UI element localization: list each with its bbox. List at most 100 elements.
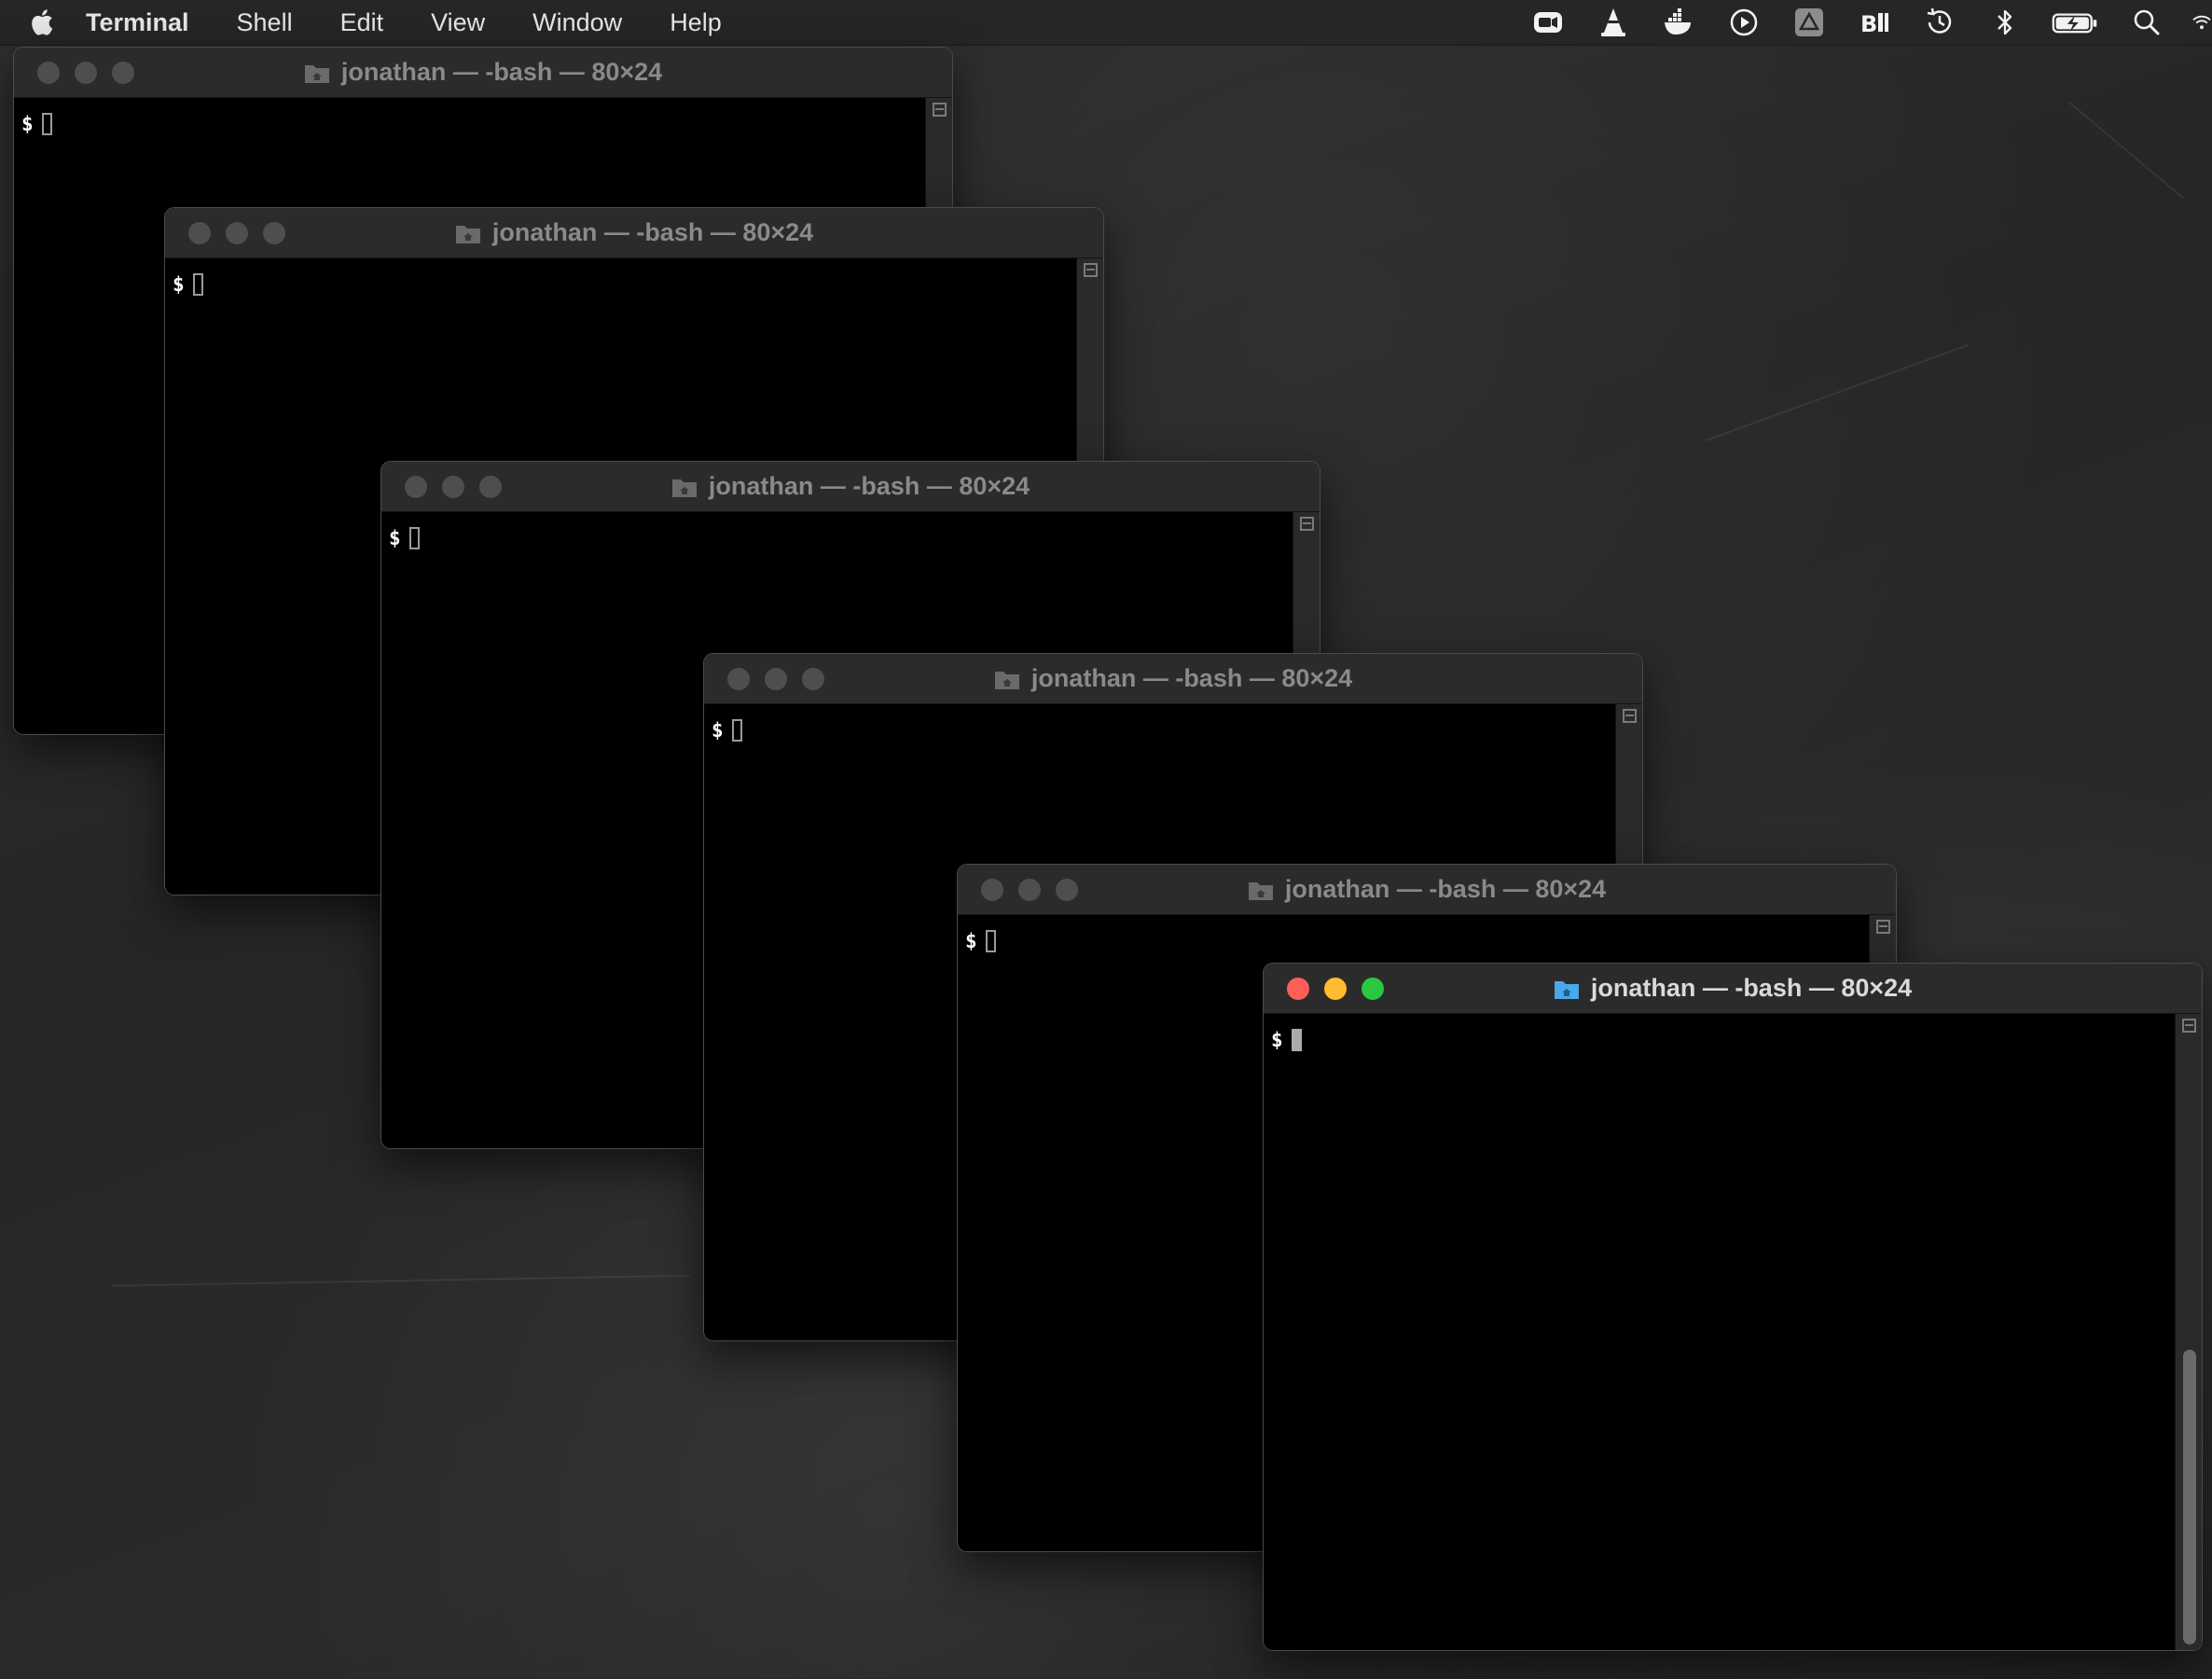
split-pane-button[interactable] (933, 103, 947, 117)
zoom-video-icon[interactable] (1528, 2, 1569, 43)
terminal-content[interactable]: $ (1264, 1014, 2202, 1650)
window-title: jonathan — -bash — 80×24 (994, 664, 1352, 693)
svg-text:B: B (1860, 11, 1877, 37)
split-pane-button[interactable] (1623, 709, 1637, 723)
status-menu-extras: B (1503, 0, 2212, 45)
shell-prompt: $ (1271, 1029, 1302, 1051)
apple-logo-icon[interactable] (24, 6, 58, 39)
home-folder-icon (304, 64, 329, 83)
bi-app-icon[interactable]: B (1854, 2, 1895, 43)
menu-shell[interactable]: Shell (237, 8, 293, 37)
window-titlebar[interactable]: jonathan — -bash — 80×24 (165, 208, 1103, 258)
background-scratch (112, 1274, 690, 1287)
home-folder-icon (1554, 980, 1579, 999)
split-pane-button[interactable] (1300, 517, 1314, 531)
menu-app-terminal[interactable]: Terminal (86, 8, 189, 37)
menu-help[interactable]: Help (670, 8, 722, 37)
traffic-lights (969, 865, 1078, 914)
close-button[interactable] (188, 221, 211, 244)
prompt-symbol: $ (712, 719, 724, 742)
text-cursor (985, 930, 996, 952)
background-scratch (2068, 101, 2184, 200)
window-title: jonathan — -bash — 80×24 (304, 58, 662, 87)
scrollbar-thumb[interactable] (2183, 1350, 2196, 1644)
time-machine-icon[interactable] (1919, 2, 1960, 43)
prompt-symbol: $ (389, 527, 401, 549)
scrollbar[interactable] (2175, 1014, 2202, 1650)
window-title-text: jonathan — -bash — 80×24 (1590, 974, 1913, 1002)
minimize-button[interactable] (75, 61, 97, 84)
docker-whale-icon[interactable] (1658, 2, 1699, 43)
spotlight-search-icon[interactable] (2126, 2, 2167, 43)
home-folder-icon (671, 479, 697, 497)
zoom-button[interactable] (479, 475, 502, 498)
text-cursor (41, 113, 52, 135)
text-cursor (731, 719, 742, 742)
background-scratch (1705, 343, 1970, 442)
prompt-symbol: $ (173, 273, 185, 296)
prompt-symbol: $ (1271, 1029, 1283, 1051)
split-pane-button[interactable] (1876, 920, 1890, 934)
window-title-text: jonathan — -bash — 80×24 (491, 218, 814, 246)
traffic-lights (1275, 964, 1384, 1013)
shell-prompt: $ (712, 719, 742, 742)
battery-charging-icon[interactable] (2050, 2, 2102, 43)
window-titlebar[interactable]: jonathan — -bash — 80×24 (958, 865, 1896, 915)
window-title-text: jonathan — -bash — 80×24 (1030, 664, 1353, 692)
traffic-lights (176, 208, 285, 257)
close-button[interactable] (727, 667, 750, 690)
close-button[interactable] (1287, 977, 1309, 1000)
shell-prompt: $ (21, 113, 52, 135)
traffic-lights (715, 654, 824, 703)
menu-view[interactable]: View (431, 8, 485, 37)
zoom-button[interactable] (1056, 878, 1078, 901)
menu-window[interactable]: Window (532, 8, 622, 37)
play-circle-icon[interactable] (1723, 2, 1764, 43)
close-button[interactable] (405, 475, 427, 498)
window-title: jonathan — -bash — 80×24 (1248, 875, 1606, 904)
window-title-text: jonathan — -bash — 80×24 (1284, 875, 1607, 903)
window-title-text: jonathan — -bash — 80×24 (708, 472, 1030, 500)
text-cursor (192, 273, 203, 296)
minimize-button[interactable] (765, 667, 787, 690)
home-folder-icon (455, 225, 480, 243)
shell-prompt: $ (173, 273, 203, 296)
minimize-button[interactable] (1324, 977, 1347, 1000)
window-titlebar[interactable]: jonathan — -bash — 80×24 (704, 654, 1642, 704)
window-titlebar[interactable]: jonathan — -bash — 80×24 (14, 48, 952, 98)
minimize-button[interactable] (226, 221, 248, 244)
window-titlebar[interactable]: jonathan — -bash — 80×24 (381, 462, 1320, 512)
window-title-text: jonathan — -bash — 80×24 (340, 58, 663, 86)
split-pane-button[interactable] (1084, 263, 1098, 277)
traffic-lights (25, 48, 134, 97)
shell-prompt: $ (389, 527, 420, 549)
traffic-lights (393, 462, 502, 511)
split-pane-button[interactable] (2182, 1019, 2196, 1033)
bluetooth-icon[interactable] (1984, 2, 2025, 43)
zoom-button[interactable] (112, 61, 134, 84)
menu-edit[interactable]: Edit (340, 8, 384, 37)
text-cursor (1291, 1029, 1302, 1051)
window-title: jonathan — -bash — 80×24 (671, 472, 1030, 501)
prompt-symbol: $ (21, 113, 34, 135)
vlc-cone-icon[interactable] (1593, 2, 1634, 43)
terminal-window-active[interactable]: jonathan — -bash — 80×24 $ (1263, 963, 2203, 1651)
text-cursor (408, 527, 420, 549)
window-title: jonathan — -bash — 80×24 (455, 218, 813, 247)
menu-bar: Terminal Shell Edit View Window Help B (0, 0, 2212, 46)
google-drive-icon[interactable] (1789, 2, 1830, 43)
zoom-button[interactable] (802, 667, 824, 690)
zoom-button[interactable] (263, 221, 285, 244)
window-titlebar[interactable]: jonathan — -bash — 80×24 (1264, 964, 2202, 1014)
zoom-button[interactable] (1362, 977, 1384, 1000)
close-button[interactable] (37, 61, 60, 84)
window-title: jonathan — -bash — 80×24 (1554, 974, 1912, 1003)
close-button[interactable] (981, 878, 1003, 901)
shell-prompt: $ (965, 930, 996, 952)
prompt-symbol: $ (965, 930, 977, 952)
wifi-icon[interactable] (2191, 2, 2212, 43)
home-folder-icon (1248, 881, 1273, 900)
minimize-button[interactable] (442, 475, 464, 498)
home-folder-icon (994, 671, 1019, 689)
minimize-button[interactable] (1018, 878, 1041, 901)
